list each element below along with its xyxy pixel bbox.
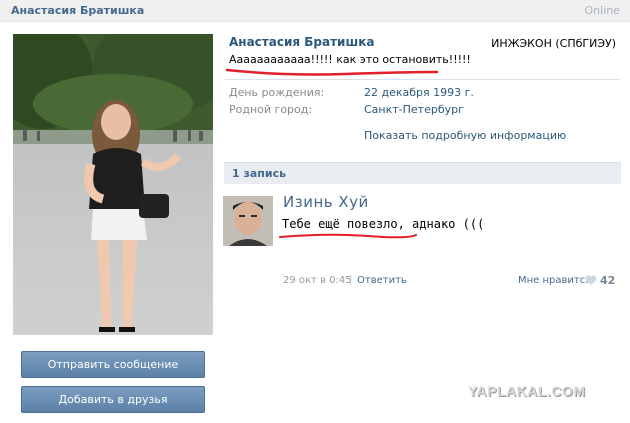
top-bar: Анастасия Братишка Online [0,0,630,22]
heart-icon[interactable] [585,274,597,286]
post-text: Тебе ещё повезло, аднако ((( [282,217,485,231]
hometown-label: Родной город: [229,103,313,116]
online-status: Online [584,4,620,17]
send-message-button[interactable]: Отправить сообщение [21,351,205,378]
show-more-info-link[interactable]: Показать подробную информацию [364,129,566,142]
status-divider [225,79,620,80]
post-author-name[interactable]: Изинь Хуй [283,193,369,211]
birthday-value[interactable]: 22 декабря 1993 г. [364,86,474,99]
hometown-value[interactable]: Санкт-Петербург [364,103,464,116]
profile-status[interactable]: Аааааааааааа!!!!! как это остановить!!!!… [229,53,471,66]
profile-photo[interactable] [13,34,213,335]
avatar-image [223,196,273,246]
like-button[interactable]: Мне нравится [518,275,591,286]
post-underline-mark [279,233,417,239]
like-count: 42 [600,274,616,287]
header-name[interactable]: Анастасия Братишка [11,4,144,17]
wall-header[interactable]: 1 запись [224,162,621,184]
university-label[interactable]: ИНЖЭКОН (СПбГИЭУ) [491,37,616,50]
reply-link[interactable]: Ответить [357,275,407,286]
post-author-avatar[interactable] [223,196,273,246]
watermark-logo: YAPLAKAL.COM [468,383,586,399]
post-date[interactable]: 29 окт в 0:45 [283,275,352,286]
wall-post-count: 1 запись [232,167,287,180]
profile-name: Анастасия Братишка [229,35,375,49]
post-meta-separator: | [349,275,353,286]
status-underline-mark [225,68,439,76]
birthday-label: День рождения: [229,86,325,99]
profile-photo-image [13,34,213,335]
add-friend-button[interactable]: Добавить в друзья [21,386,205,413]
